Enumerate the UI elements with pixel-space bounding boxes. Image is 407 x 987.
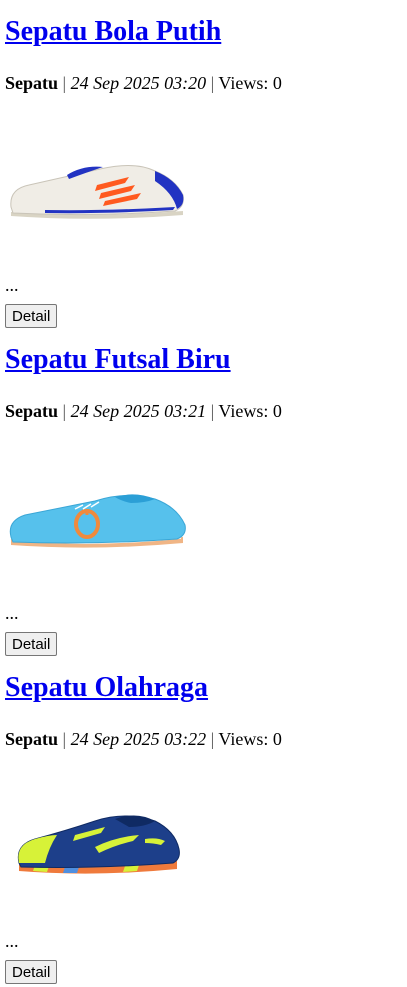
post-title-link[interactable]: Sepatu Olahraga bbox=[5, 672, 208, 703]
post-meta: Sepatu | 24 Sep 2025 03:20 | Views: 0 bbox=[5, 69, 402, 97]
meta-separator: | bbox=[62, 401, 67, 421]
post-title-link[interactable]: Sepatu Futsal Biru bbox=[5, 344, 231, 375]
post-category: Sepatu bbox=[5, 401, 59, 421]
post-item: Sepatu Olahraga Sepatu | 24 Sep 2025 03:… bbox=[5, 656, 402, 984]
post-title: Sepatu Bola Putih bbox=[5, 0, 402, 56]
post-views: Views: 0 bbox=[218, 401, 282, 421]
meta-separator: | bbox=[210, 729, 215, 749]
detail-button[interactable]: Detail bbox=[5, 304, 58, 328]
detail-button[interactable]: Detail bbox=[5, 960, 58, 984]
meta-separator: | bbox=[62, 73, 67, 93]
post-item: Sepatu Futsal Biru Sepatu | 24 Sep 2025 … bbox=[5, 328, 402, 656]
post-excerpt: ... bbox=[5, 603, 19, 623]
post-title: Sepatu Futsal Biru bbox=[5, 328, 402, 384]
meta-separator: | bbox=[210, 401, 215, 421]
post-views: Views: 0 bbox=[218, 73, 282, 93]
navy-sport-shoe-image bbox=[5, 775, 195, 885]
post-meta: Sepatu | 24 Sep 2025 03:22 | Views: 0 bbox=[5, 725, 402, 753]
meta-separator: | bbox=[62, 729, 67, 749]
white-football-boot-image bbox=[5, 119, 195, 229]
post-date: 24 Sep 2025 03:20 bbox=[70, 73, 207, 93]
post-excerpt: ... bbox=[5, 275, 19, 295]
blue-futsal-shoe-image bbox=[5, 447, 195, 557]
post-category: Sepatu bbox=[5, 73, 59, 93]
post-title: Sepatu Olahraga bbox=[5, 656, 402, 712]
meta-separator: | bbox=[210, 73, 215, 93]
post-title-link[interactable]: Sepatu Bola Putih bbox=[5, 16, 221, 47]
post-date: 24 Sep 2025 03:22 bbox=[70, 729, 207, 749]
post-meta: Sepatu | 24 Sep 2025 03:21 | Views: 0 bbox=[5, 397, 402, 425]
detail-button[interactable]: Detail bbox=[5, 632, 58, 656]
post-list: Sepatu Bola Putih Sepatu | 24 Sep 2025 0… bbox=[0, 0, 407, 984]
post-item: Sepatu Bola Putih Sepatu | 24 Sep 2025 0… bbox=[5, 0, 402, 328]
post-excerpt: ... bbox=[5, 931, 19, 951]
post-category: Sepatu bbox=[5, 729, 59, 749]
post-date: 24 Sep 2025 03:21 bbox=[70, 401, 207, 421]
post-views: Views: 0 bbox=[218, 729, 282, 749]
